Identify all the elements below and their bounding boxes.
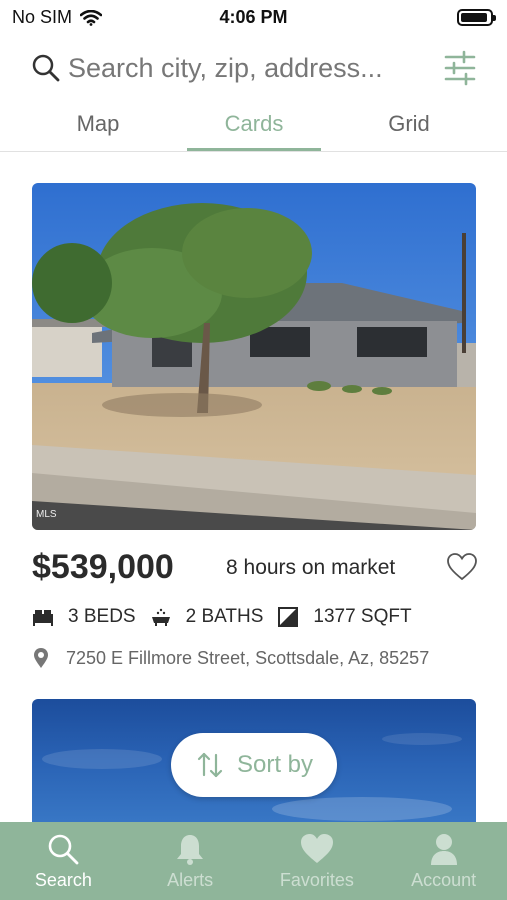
nav-item-search[interactable]: Search	[0, 822, 127, 900]
square-footage-icon	[278, 607, 299, 627]
listing-address: 7250 E Fillmore Street, Scottsdale, Az, …	[66, 647, 430, 668]
nav-item-alerts[interactable]: Alerts	[127, 822, 254, 900]
listing-features: 3 BEDS 2 BATHS 1377 SQFT	[32, 602, 426, 632]
baths-count: 2 BATHS	[185, 606, 264, 627]
search-icon	[32, 54, 60, 82]
listing-photo[interactable]: MLS	[32, 183, 476, 530]
search-input[interactable]	[68, 48, 433, 88]
search-icon	[49, 834, 79, 865]
person-icon	[430, 834, 457, 865]
battery-icon	[457, 9, 496, 26]
listing-price-row: $539,000 8 hours on market	[32, 546, 478, 592]
beds-count: 3 BEDS	[68, 606, 136, 627]
listing-price: $539,000	[32, 548, 174, 586]
tab-map[interactable]: Map	[31, 100, 165, 151]
location-pin-icon	[34, 648, 48, 668]
view-tabs: Map Cards Grid	[0, 100, 507, 152]
favorite-heart-icon[interactable]	[446, 552, 478, 582]
sort-by-label: Sort by	[236, 751, 314, 778]
bed-icon	[33, 610, 53, 626]
bathtub-icon	[151, 608, 170, 626]
filter-sliders-icon[interactable]	[442, 48, 478, 88]
mls-tag: MLS	[36, 509, 57, 520]
sort-arrows-icon	[197, 752, 223, 778]
nav-item-account[interactable]: Account	[380, 822, 507, 900]
heart-icon	[300, 834, 333, 863]
tab-grid[interactable]: Grid	[342, 100, 476, 151]
listing-address-row: 7250 E Fillmore Street, Scottsdale, Az, …	[32, 644, 429, 672]
nav-item-favorites[interactable]: Favorites	[254, 822, 381, 900]
bottom-navigation: Search Alerts Favorites Account	[0, 822, 507, 900]
nav-label-search: Search	[34, 870, 92, 890]
status-time: 4:06 PM	[219, 7, 288, 27]
time-on-market: 8 hours on market	[226, 556, 396, 579]
bell-icon	[177, 835, 204, 865]
nav-label-favorites: Favorites	[279, 870, 354, 890]
nav-label-account: Account	[411, 870, 477, 890]
sqft-value: 1377 SQFT	[313, 606, 412, 627]
house-photo-illustration	[32, 183, 476, 530]
search-bar	[0, 42, 507, 94]
nav-label-alerts: Alerts	[167, 870, 214, 890]
sort-by-button[interactable]: Sort by	[171, 733, 337, 797]
tab-cards[interactable]: Cards	[187, 100, 321, 151]
status-bar: No SIM 4:06 PM	[0, 0, 507, 34]
